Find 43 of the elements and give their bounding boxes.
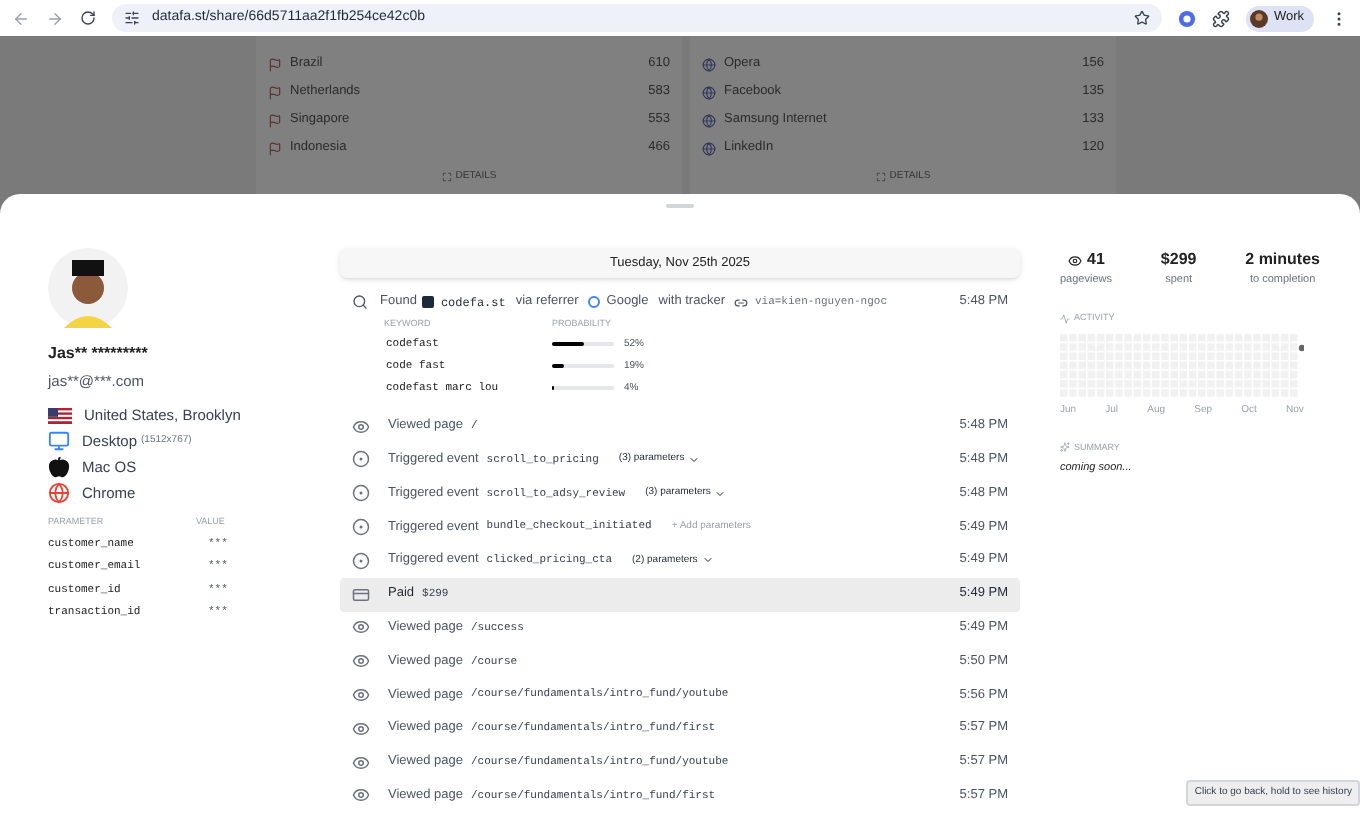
eye-icon xyxy=(352,786,370,805)
browser-icon xyxy=(702,57,716,71)
browser-icon xyxy=(702,113,716,127)
sparkles-icon xyxy=(1060,442,1070,453)
forward-icon[interactable] xyxy=(46,9,64,27)
link-icon xyxy=(734,295,749,309)
eye-icon xyxy=(352,753,370,772)
target-icon xyxy=(352,450,370,469)
expand-icon xyxy=(875,172,886,183)
eye-icon xyxy=(1067,253,1082,267)
apple-icon xyxy=(48,456,70,479)
target-icon xyxy=(352,551,370,570)
browser-icon xyxy=(702,85,716,99)
search-icon xyxy=(352,294,368,310)
browser-icon xyxy=(702,141,716,155)
stat-value: $299 xyxy=(1160,248,1197,272)
eye-icon xyxy=(352,618,370,637)
eye-icon xyxy=(352,652,370,671)
avatar-icon xyxy=(1249,9,1268,27)
stat-value: 41 xyxy=(1087,248,1105,272)
expand-icon xyxy=(441,172,452,183)
globe-icon xyxy=(48,482,70,505)
reload-icon[interactable] xyxy=(80,10,96,26)
flag-icon xyxy=(48,407,72,424)
extension-icon[interactable] xyxy=(1177,9,1196,27)
drag-handle[interactable] xyxy=(666,204,694,208)
eye-icon xyxy=(352,719,370,738)
site-info-icon[interactable] xyxy=(124,10,140,26)
eye-icon xyxy=(352,686,370,705)
eye-icon xyxy=(352,417,370,436)
source-badge xyxy=(422,296,435,308)
stat-value: 2 minutes xyxy=(1245,248,1320,272)
card-icon xyxy=(352,585,370,604)
chevron-icon xyxy=(688,453,701,466)
chevron-icon xyxy=(714,487,727,500)
target-icon xyxy=(352,484,370,503)
activity-icon xyxy=(1060,314,1070,325)
extensions-icon[interactable] xyxy=(1211,9,1230,27)
chevron-icon xyxy=(701,554,714,567)
target-icon xyxy=(352,518,370,537)
bookmark-star-icon[interactable] xyxy=(1133,10,1150,26)
monitor-icon xyxy=(48,430,70,453)
visitor-name: Jas** ********* xyxy=(48,342,150,366)
